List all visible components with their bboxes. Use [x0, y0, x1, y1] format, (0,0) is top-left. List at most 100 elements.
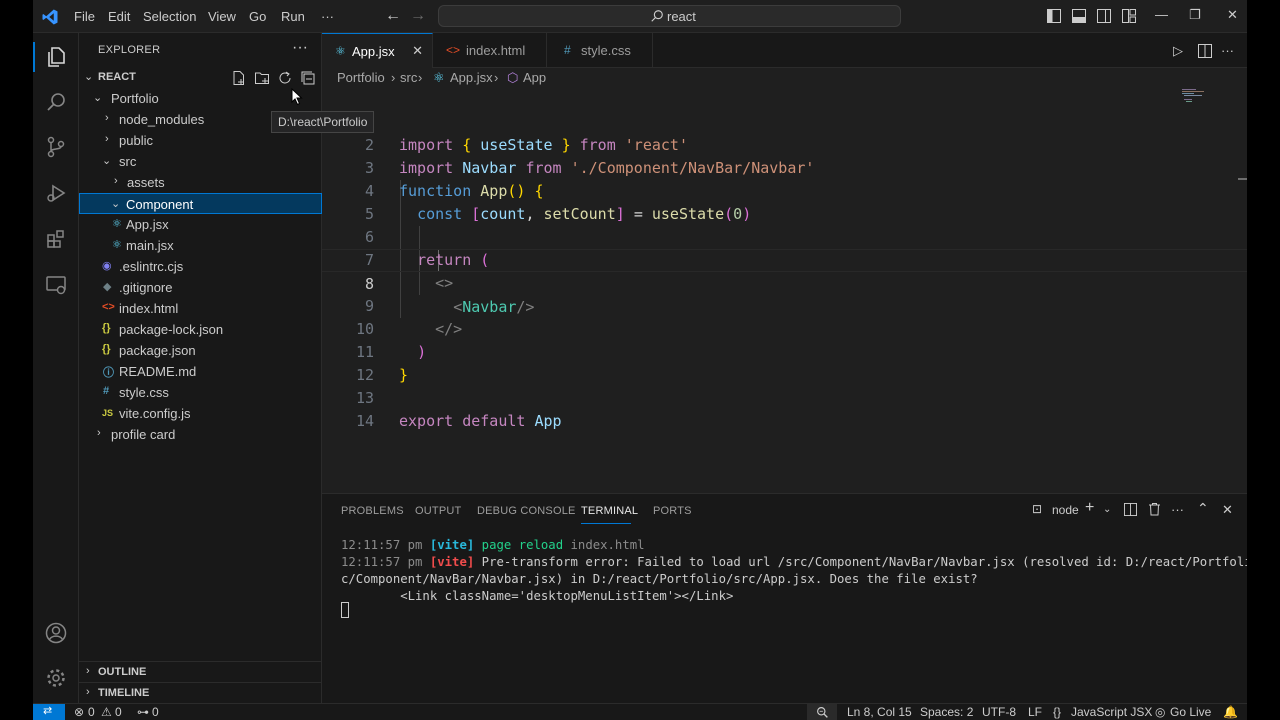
tree-file-gitignore[interactable]: ◆ .gitignore: [79, 277, 322, 298]
terminal-line: 12:11:57 pm [vite] Pre-transform error: …: [341, 554, 1247, 571]
tree-label: package.json: [119, 343, 196, 358]
breadcrumb-item[interactable]: Portfolio: [337, 70, 385, 85]
tree-folder-public[interactable]: › public: [79, 130, 322, 151]
tree-file-vite-config[interactable]: JS vite.config.js: [79, 403, 322, 424]
run-icon[interactable]: ▷: [1173, 43, 1183, 59]
code-editor[interactable]: 1 import { useState } from 'react' 2 imp…: [322, 88, 1247, 493]
tree-folder-assets[interactable]: › assets: [79, 172, 322, 193]
tab-app-jsx[interactable]: ⚛ App.jsx ✕: [322, 33, 433, 68]
close-tab-icon[interactable]: ✕: [412, 43, 423, 59]
tree-file-app-jsx[interactable]: ⚛ App.jsx: [79, 214, 322, 235]
tree-file-eslintrc[interactable]: ◉ .eslintrc.cjs: [79, 256, 322, 277]
chevron-right-icon: ›: [86, 686, 90, 698]
back-arrow-icon[interactable]: ←: [385, 7, 401, 25]
explorer-more-button[interactable]: ···: [292, 39, 308, 57]
minimap[interactable]: [1182, 88, 1212, 104]
trash-icon[interactable]: [1148, 502, 1161, 516]
terminal-name[interactable]: node: [1052, 503, 1079, 517]
error-count[interactable]: 0: [88, 705, 95, 719]
breadcrumb-item[interactable]: App.jsx: [450, 70, 493, 85]
panel-tab-terminal[interactable]: TERMINAL: [581, 505, 638, 517]
more-actions-icon[interactable]: ···: [1221, 43, 1234, 58]
breadcrumb-item[interactable]: src: [400, 70, 417, 85]
tree-file-package-lock[interactable]: {} package-lock.json: [79, 319, 322, 340]
tree-folder-component[interactable]: ⌄ Component: [79, 193, 322, 214]
scrollbar[interactable]: [1238, 178, 1247, 180]
maximize-panel-icon[interactable]: ⌃: [1197, 500, 1209, 517]
split-terminal-icon[interactable]: [1124, 503, 1137, 516]
account-icon[interactable]: [44, 621, 68, 645]
close-window-icon[interactable]: ✕: [1227, 7, 1238, 23]
encoding[interactable]: UTF-8: [982, 705, 1016, 719]
menu-run[interactable]: Run: [281, 9, 305, 24]
menu-edit[interactable]: Edit: [108, 9, 130, 24]
remote-indicator[interactable]: ⇄: [33, 704, 65, 720]
tree-file-readme[interactable]: ⓘ README.md: [79, 361, 322, 382]
customize-layout-icon[interactable]: [1122, 9, 1136, 23]
ports-count[interactable]: 0: [152, 705, 159, 719]
language-mode[interactable]: JavaScript JSX: [1071, 705, 1152, 719]
tree-file-main-jsx[interactable]: ⚛ main.jsx: [79, 235, 322, 256]
source-control-icon[interactable]: [44, 135, 68, 159]
warning-count[interactable]: 0: [115, 705, 122, 719]
terminal-output[interactable]: 12:11:57 pm [vite] page reload index.htm…: [341, 537, 1247, 605]
go-live-button[interactable]: Go Live: [1170, 705, 1211, 719]
code-line: 6 return (: [322, 203, 1247, 269]
minimize-icon[interactable]: —: [1155, 7, 1168, 22]
new-terminal-icon[interactable]: +: [1085, 499, 1094, 517]
more-actions-icon[interactable]: ···: [1171, 502, 1184, 517]
code-line-current: 8 <Navbar/>: [322, 249, 1247, 316]
search-icon[interactable]: [44, 90, 68, 114]
timeline-section-header[interactable]: › TIMELINE: [79, 682, 322, 703]
tab-index-html[interactable]: <> index.html: [433, 33, 547, 68]
toggle-primary-sidebar-icon[interactable]: [1047, 9, 1061, 23]
panel-tab-debug-console[interactable]: DEBUG CONSOLE: [477, 505, 576, 517]
workspace-header[interactable]: ⌄ REACT: [79, 67, 322, 88]
tree-file-index-html[interactable]: <> index.html: [79, 298, 322, 319]
indentation[interactable]: Spaces: 2: [920, 705, 973, 719]
new-file-icon[interactable]: [231, 70, 247, 86]
panel-tab-output[interactable]: OUTPUT: [415, 505, 461, 517]
remote-explorer-icon[interactable]: [44, 273, 68, 297]
tree-folder-portfolio[interactable]: ⌄ Portfolio: [79, 88, 322, 109]
refresh-icon[interactable]: [277, 70, 293, 86]
code-line: 14: [322, 387, 1247, 430]
panel-tab-problems[interactable]: PROBLEMS: [341, 505, 404, 517]
collapse-all-icon[interactable]: [300, 70, 316, 86]
chevron-down-icon[interactable]: ⌄: [1103, 504, 1111, 515]
menu-go[interactable]: Go: [249, 9, 266, 24]
notifications-bell-icon[interactable]: 🔔: [1223, 705, 1238, 719]
tree-folder-src[interactable]: ⌄ src: [79, 151, 322, 172]
html-icon: <>: [446, 43, 461, 57]
panel-tab-ports[interactable]: PORTS: [653, 505, 692, 517]
extensions-icon[interactable]: [44, 227, 68, 251]
breadcrumb-item[interactable]: App: [523, 70, 546, 85]
close-panel-icon[interactable]: ✕: [1222, 502, 1233, 518]
zoom-indicator[interactable]: [807, 704, 837, 720]
run-debug-icon[interactable]: [44, 181, 68, 205]
explorer-icon[interactable]: [44, 45, 68, 69]
menu-view[interactable]: View: [208, 9, 236, 24]
menu-selection[interactable]: Selection: [143, 9, 196, 24]
menu-more[interactable]: ···: [321, 9, 334, 24]
toggle-secondary-sidebar-icon[interactable]: [1097, 9, 1111, 23]
cursor-position[interactable]: Ln 8, Col 15: [847, 705, 912, 719]
log-time: 12:11:57 pm: [341, 555, 423, 569]
toggle-panel-icon[interactable]: [1072, 9, 1086, 23]
new-folder-icon[interactable]: [254, 70, 270, 86]
code-line: 7 <>: [322, 226, 1247, 292]
tree-file-style-css[interactable]: # style.css: [79, 382, 322, 403]
split-editor-icon[interactable]: [1198, 44, 1212, 58]
menu-file[interactable]: File: [74, 9, 95, 24]
zoom-icon: [817, 707, 828, 718]
forward-arrow-icon[interactable]: →: [410, 7, 426, 25]
end-of-line[interactable]: LF: [1028, 705, 1042, 719]
settings-gear-icon[interactable]: [44, 666, 68, 690]
command-center-search[interactable]: react: [438, 5, 901, 27]
info-icon: ⓘ: [103, 367, 114, 379]
tab-style-css[interactable]: # style.css: [547, 33, 653, 68]
outline-section-header[interactable]: › OUTLINE: [79, 661, 322, 682]
tree-file-package-json[interactable]: {} package.json: [79, 340, 322, 361]
tree-folder-profile-card[interactable]: › profile card: [79, 424, 322, 445]
maximize-icon[interactable]: ❐: [1189, 7, 1201, 23]
